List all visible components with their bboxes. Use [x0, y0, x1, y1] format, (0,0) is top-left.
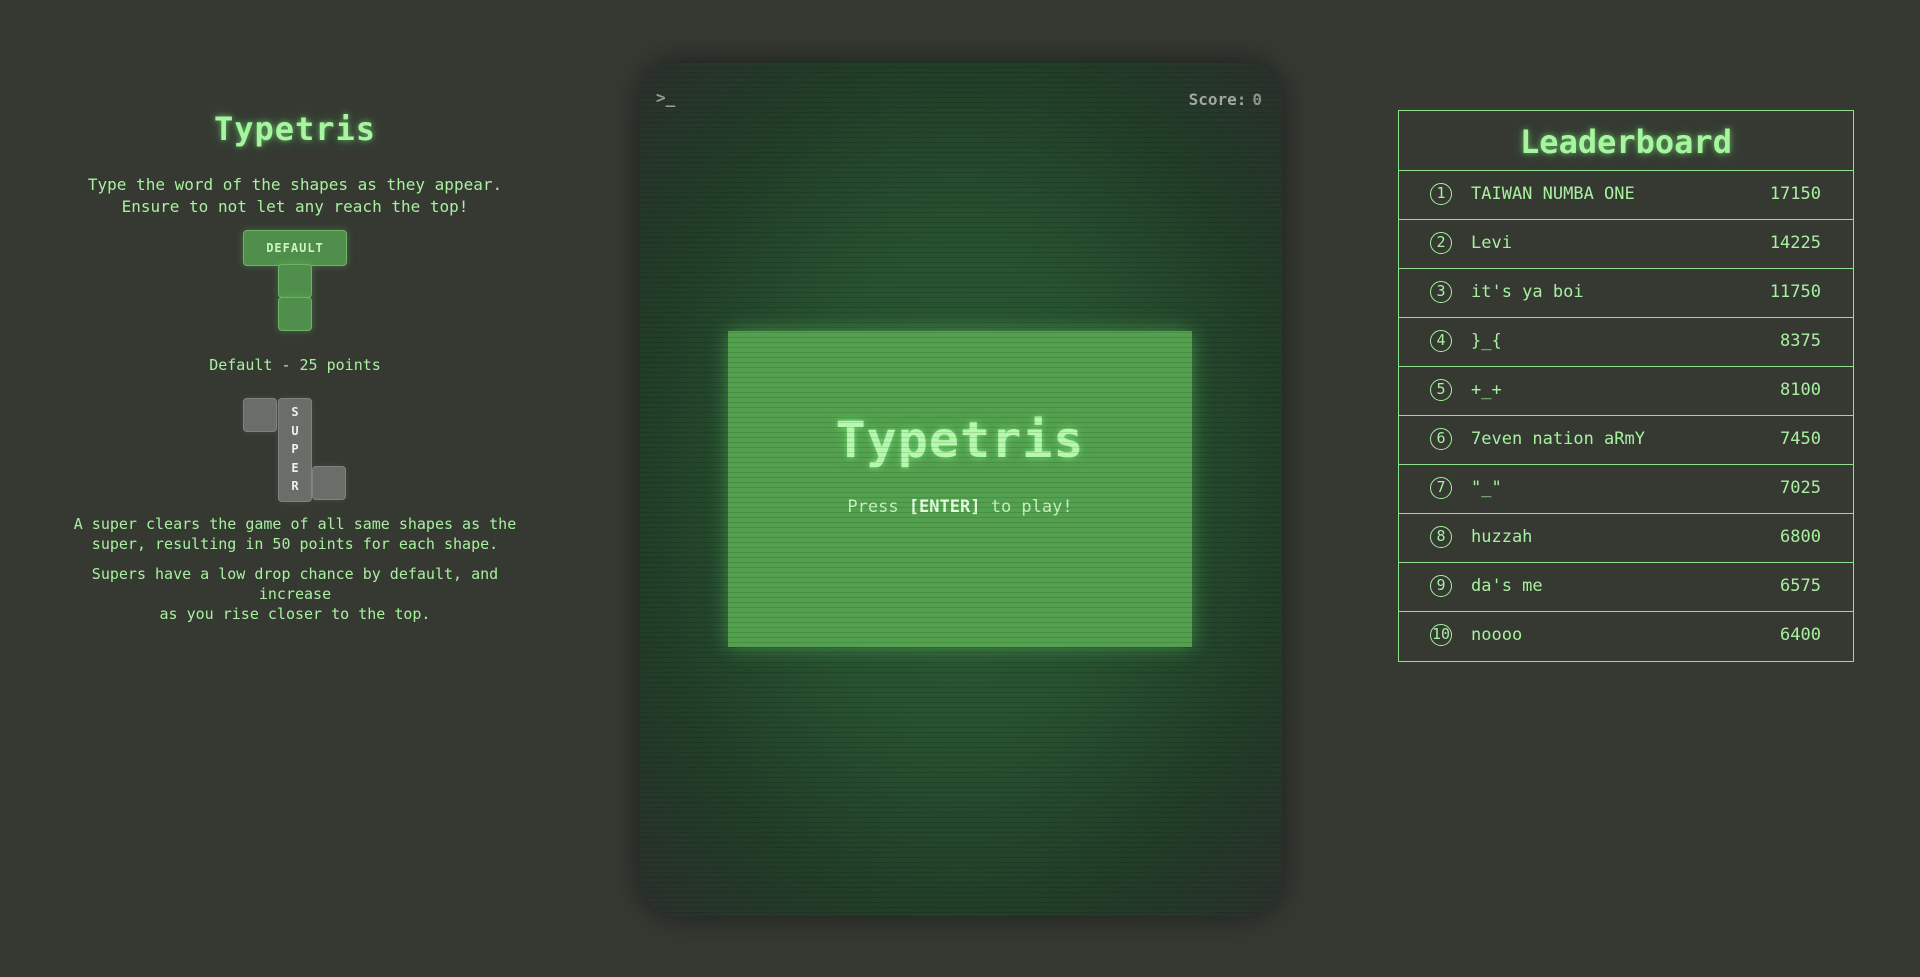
leaderboard-list: 1 TAIWAN NUMBA ONE 17150 2 Levi 14225 3 it's ya… — [1399, 171, 1853, 661]
instructions-title: Typetris — [213, 110, 377, 148]
rank-badge: 9 — [1430, 575, 1452, 597]
player-score: 7450 — [1780, 429, 1821, 449]
player-name: it's ya boi — [1471, 282, 1584, 302]
leaderboard-row: 8 huzzah 6800 — [1399, 514, 1853, 563]
rank-badge: 2 — [1430, 232, 1452, 254]
super-letter: U — [291, 423, 299, 438]
player-score: 8375 — [1780, 331, 1821, 351]
score-label: Score: — [1188, 90, 1247, 109]
rank-badge: 4 — [1430, 330, 1452, 352]
super-letters: S U P E R — [278, 403, 312, 496]
super-desc-line-2: super, resulting in 50 points for each s… — [91, 535, 499, 553]
leaderboard: Leaderboard 1 TAIWAN NUMBA ONE 17150 2 Levi 1… — [1398, 110, 1854, 662]
super-note: Supers have a low drop chance by default… — [60, 564, 530, 624]
super-description: A super clears the game of all same shap… — [60, 514, 530, 554]
default-shape-example: DEFAULT — [60, 230, 530, 340]
leaderboard-row: 2 Levi 14225 — [1399, 220, 1853, 269]
rank-badge: 10 — [1430, 624, 1452, 646]
start-overlay[interactable]: Typetris Press [ENTER] to play! — [728, 331, 1192, 647]
player-name: TAIWAN NUMBA ONE — [1471, 184, 1635, 204]
leaderboard-row: 9 da's me 6575 — [1399, 563, 1853, 612]
score-display: Score: 0 — [1189, 90, 1262, 109]
leaderboard-row: 3 it's ya boi 11750 — [1399, 269, 1853, 318]
super-shape-example: S U P E R — [60, 398, 530, 504]
player-score: 6400 — [1780, 625, 1821, 645]
default-shape-block — [278, 297, 312, 331]
leaderboard-title: Leaderboard — [1399, 111, 1853, 171]
default-shape-label: DEFAULT — [266, 241, 324, 255]
rank-badge: 7 — [1430, 477, 1452, 499]
player-name: }_{ — [1471, 331, 1502, 351]
start-hint-suffix: to play! — [980, 497, 1073, 517]
player-name: 7even nation aRmY — [1471, 429, 1645, 449]
rank-badge: 6 — [1430, 428, 1452, 450]
super-shape-block — [243, 398, 277, 432]
super-note-line-1: Supers have a low drop chance by default… — [91, 565, 499, 603]
intro-line-2: Ensure to not let any reach the top! — [121, 197, 469, 216]
game-screen[interactable]: >_ Score: 0 Typetris Press [ENTER] to pla… — [640, 62, 1282, 916]
leaderboard-row: 10 noooo 6400 — [1399, 612, 1853, 661]
super-note-line-2: as you rise closer to the top. — [159, 605, 431, 623]
super-shape-block — [312, 466, 346, 500]
rank-badge: 3 — [1430, 281, 1452, 303]
start-hint: Press [ENTER] to play! — [728, 497, 1192, 517]
leaderboard-row: 5 +_+ 8100 — [1399, 367, 1853, 416]
intro-text: Type the word of the shapes as they appe… — [60, 174, 530, 218]
typing-prompt: >_ — [656, 88, 676, 107]
player-score: 14225 — [1769, 233, 1821, 253]
player-score: 6800 — [1780, 527, 1821, 547]
super-letter: E — [291, 460, 299, 475]
default-caption: Default - 25 points — [209, 356, 381, 374]
player-name: "_" — [1471, 478, 1502, 498]
player-name: da's me — [1471, 576, 1543, 596]
super-letter: R — [291, 479, 299, 493]
player-score: 11750 — [1769, 282, 1821, 302]
score-value: 0 — [1252, 90, 1262, 109]
super-letter: P — [291, 442, 299, 456]
super-letter: S — [291, 405, 299, 419]
leaderboard-row: 7 "_" 7025 — [1399, 465, 1853, 514]
leaderboard-row: 4 }_{ 8375 — [1399, 318, 1853, 367]
start-title: Typetris — [835, 411, 1085, 469]
instructions-panel: Typetris Type the word of the shapes as … — [60, 110, 530, 624]
player-name: huzzah — [1471, 527, 1533, 547]
player-name: noooo — [1471, 625, 1523, 645]
start-hint-prefix: Press — [847, 497, 909, 517]
player-name: Levi — [1471, 233, 1512, 253]
enter-key-hint: [ENTER] — [908, 497, 981, 517]
default-shape-block — [278, 264, 312, 298]
player-score: 6575 — [1780, 576, 1821, 596]
rank-badge: 5 — [1430, 379, 1452, 401]
player-score: 8100 — [1780, 380, 1821, 400]
player-score: 7025 — [1780, 478, 1821, 498]
player-score: 17150 — [1769, 184, 1821, 204]
rank-badge: 1 — [1430, 183, 1452, 205]
player-name: +_+ — [1471, 380, 1502, 400]
intro-line-1: Type the word of the shapes as they appe… — [87, 175, 503, 194]
super-desc-line-1: A super clears the game of all same shap… — [73, 515, 517, 533]
leaderboard-row: 1 TAIWAN NUMBA ONE 17150 — [1399, 171, 1853, 220]
rank-badge: 8 — [1430, 526, 1452, 548]
leaderboard-row: 6 7even nation aRmY 7450 — [1399, 416, 1853, 465]
